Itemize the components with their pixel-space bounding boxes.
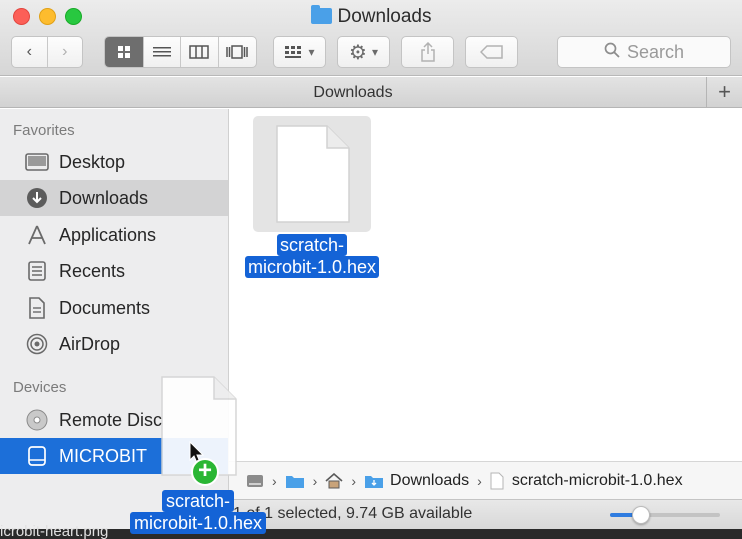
desktop-file-label[interactable]: icrobit-heart.png [0,523,108,539]
tab-bar: Downloads + [0,77,742,108]
chevron-right-icon: › [312,472,318,489]
search-icon [604,42,620,63]
home-icon [325,472,343,488]
document-icon [276,125,350,223]
share-icon [420,42,435,62]
slider-knob[interactable] [631,506,650,524]
action-button[interactable]: ⚙ ▾ [337,36,390,68]
back-forward-control: ‹ › [11,36,83,68]
chevron-left-icon: ‹ [26,43,32,60]
desktop-icon [24,151,50,173]
back-button[interactable]: ‹ [12,37,48,67]
chevron-down-icon: ▾ [371,45,378,59]
cover-flow-icon [226,45,248,59]
chevron-right-icon: › [351,472,357,489]
tag-icon [479,45,503,59]
share-button[interactable] [401,36,454,68]
cover-flow-button[interactable] [219,37,257,67]
columns-icon [189,45,209,59]
file-item[interactable] [253,116,371,232]
icon-size-slider[interactable] [610,506,720,524]
sidebar-item-airdrop[interactable]: AirDrop [0,326,228,362]
hard-disk-icon [247,474,263,487]
chevron-right-icon: › [272,472,277,489]
dragged-file-label: scratch- microbit-1.0.hex [128,490,268,534]
documents-icon [24,297,50,319]
sidebar-item-downloads[interactable]: Downloads [0,180,228,216]
search-field[interactable]: Search [557,36,731,68]
chevron-down-icon: ▾ [308,45,315,59]
view-mode-control [104,36,257,68]
sidebar-heading-favorites: Favorites [13,122,75,139]
list-view-button[interactable] [144,37,181,67]
arrange-button[interactable]: ▾ [273,36,326,68]
sidebar-item-desktop[interactable]: Desktop [0,144,228,180]
column-view-button[interactable] [181,37,219,67]
recents-icon [24,260,50,282]
plus-icon: + [718,79,731,104]
copy-badge-icon: + [191,458,219,486]
window-title: Downloads [0,5,742,28]
list-icon [152,47,171,57]
path-crumb-file[interactable]: scratch-microbit-1.0.hex [490,472,683,490]
path-bar: › › › Downloads › scratch-microbit-1.0.h… [229,461,742,499]
toolbar: Downloads ‹ › ▾ ⚙ ▾ Search [0,0,742,76]
drive-icon [24,445,50,467]
desktop-background [0,529,742,539]
path-crumb-home[interactable] [325,472,343,489]
sidebar-item-documents[interactable]: Documents [0,290,228,326]
arrange-grid-icon [285,46,302,58]
chevron-right-icon: › [62,43,68,60]
path-crumb-computer[interactable] [246,472,264,490]
downloads-folder-icon [365,475,384,488]
new-tab-button[interactable]: + [706,77,742,108]
folder-icon [310,5,332,24]
applications-icon [24,224,50,246]
search-placeholder: Search [626,41,685,62]
chevron-right-icon: › [477,472,482,489]
folder-icon [285,475,304,488]
sidebar-item-recents[interactable]: Recents [0,253,228,289]
airdrop-icon [24,333,50,355]
disc-icon [24,409,50,431]
downloads-icon [24,187,50,209]
tab-title[interactable]: Downloads [0,84,706,102]
sidebar-heading-devices: Devices [13,379,67,396]
status-bar: 1 of 1 selected, 9.74 GB available [229,499,742,529]
path-crumb-folder[interactable] [285,473,305,489]
path-crumb-downloads[interactable]: Downloads [364,472,469,490]
forward-button[interactable]: › [48,37,83,67]
file-name-label[interactable]: scratch- microbit-1.0.hex [242,234,382,278]
grid-icon [117,46,130,58]
gear-icon: ⚙ [349,41,367,64]
status-text: 1 of 1 selected, 9.74 GB available [233,505,473,522]
finder-window: Downloads ‹ › ▾ ⚙ ▾ Search Downloads + F… [0,0,742,539]
icon-view-button[interactable] [105,37,144,67]
edit-tags-button[interactable] [465,36,518,68]
file-icon [490,472,504,489]
file-browser: scratch- microbit-1.0.hex [229,109,742,461]
sidebar-item-applications[interactable]: Applications [0,217,228,253]
